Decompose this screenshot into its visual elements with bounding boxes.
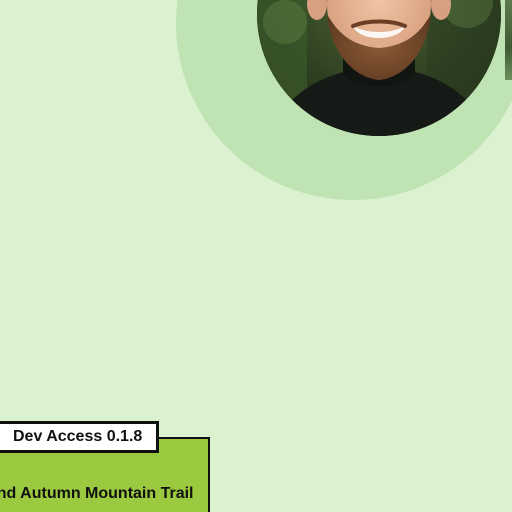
- trail-title: ond Autumn Mountain Trail: [0, 485, 194, 502]
- dev-access-badge: Dev Access 0.1.8: [0, 421, 160, 453]
- dev-access-label: Dev Access 0.1.8: [13, 428, 143, 445]
- app-screen: Dev Access 0.1.8 ond Autumn Mountain Tra…: [0, 0, 512, 512]
- adjacent-photo-edge: [505, 0, 512, 80]
